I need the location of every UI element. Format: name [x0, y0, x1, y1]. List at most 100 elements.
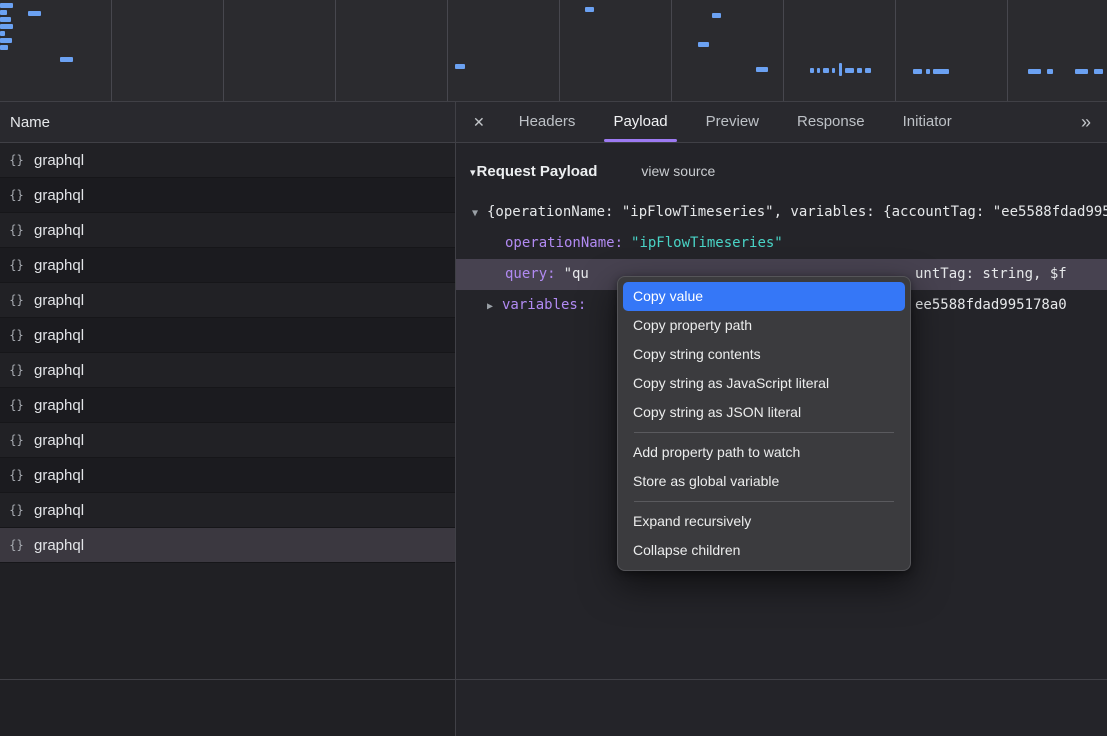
request-timing-bar [1094, 69, 1103, 74]
close-icon[interactable]: ✕ [456, 114, 500, 131]
request-name: graphql [34, 152, 84, 169]
request-timing-bar [926, 69, 930, 74]
network-request-row[interactable]: {} graphql [0, 143, 455, 178]
json-braces-icon: {} [8, 328, 25, 342]
json-braces-icon: {} [8, 153, 25, 167]
network-request-row[interactable]: {} graphql [0, 283, 455, 318]
request-timing-bar [60, 57, 73, 62]
request-timing-bar [865, 68, 871, 73]
network-request-row[interactable]: {} graphql [0, 178, 455, 213]
request-name: graphql [34, 537, 84, 554]
tab-response[interactable]: Response [778, 102, 884, 142]
collapse-icon[interactable]: ▼ [472, 198, 487, 228]
section-title: Request Payload [477, 163, 598, 180]
expand-icon[interactable]: ▶ [487, 291, 502, 321]
property-value: "ipFlowTimeseries" [631, 235, 783, 251]
request-timing-bar [0, 10, 7, 15]
network-request-row[interactable]: {} graphql [0, 493, 455, 528]
menu-item-copy-string-as-json-literal[interactable]: Copy string as JSON literal [623, 398, 905, 427]
property-value-start: "qu [564, 266, 589, 282]
property-key: query: [505, 266, 556, 282]
network-request-row[interactable]: {} graphql [0, 458, 455, 493]
json-braces-icon: {} [8, 188, 25, 202]
section-collapse-icon[interactable]: ▾ [470, 166, 476, 179]
request-timing-bar [1028, 69, 1041, 74]
request-timing-bar [857, 68, 862, 73]
request-name: graphql [34, 292, 84, 309]
request-timing-bar [756, 67, 768, 72]
menu-item-collapse-children[interactable]: Collapse children [623, 536, 905, 565]
request-name: graphql [34, 397, 84, 414]
context-menu: Copy valueCopy property pathCopy string … [617, 276, 911, 571]
tab-headers[interactable]: Headers [500, 102, 595, 142]
tab-preview[interactable]: Preview [687, 102, 778, 142]
column-header-name[interactable]: Name [0, 102, 456, 142]
json-braces-icon: {} [8, 398, 25, 412]
menu-separator [634, 432, 894, 433]
request-timing-bar [913, 69, 922, 74]
request-timing-bar [0, 24, 13, 29]
property-key: variables: [502, 297, 586, 313]
request-timing-bar [845, 68, 854, 73]
request-timing-bar [1047, 69, 1053, 74]
tree-row-root[interactable]: ▼{operationName: "ipFlowTimeseries", var… [456, 197, 1107, 228]
detail-tabs-bar: ✕ HeadersPayloadPreviewResponseInitiator… [456, 102, 1107, 142]
tab-payload[interactable]: Payload [594, 102, 686, 142]
request-timing-bar [823, 68, 829, 73]
network-request-row[interactable]: {} graphql [0, 318, 455, 353]
network-overview-timeline[interactable] [0, 0, 1107, 102]
request-name: graphql [34, 362, 84, 379]
network-request-row[interactable]: {} graphql [0, 528, 455, 563]
tab-initiator[interactable]: Initiator [884, 102, 971, 142]
request-name: graphql [34, 327, 84, 344]
request-name: graphql [34, 502, 84, 519]
more-tabs-icon[interactable]: » [1065, 112, 1107, 133]
menu-item-copy-value[interactable]: Copy value [623, 282, 905, 311]
request-name: graphql [34, 432, 84, 449]
network-request-row[interactable]: {} graphql [0, 388, 455, 423]
footer-divider [0, 679, 1107, 680]
property-key: operationName: [505, 235, 623, 251]
request-payload-section-header: ▾ Request Payload view source [456, 163, 1107, 197]
json-braces-icon: {} [8, 538, 25, 552]
request-timing-bar [0, 17, 11, 22]
request-timing-bar [0, 3, 13, 8]
network-request-row[interactable]: {} graphql [0, 423, 455, 458]
request-name: graphql [34, 467, 84, 484]
json-braces-icon: {} [8, 503, 25, 517]
json-braces-icon: {} [8, 433, 25, 447]
menu-item-add-property-path-to-watch[interactable]: Add property path to watch [623, 438, 905, 467]
menu-separator [634, 501, 894, 502]
menu-item-store-as-global-variable[interactable]: Store as global variable [623, 467, 905, 496]
network-request-row[interactable]: {} graphql [0, 248, 455, 283]
request-timing-bar [0, 45, 8, 50]
view-source-link[interactable]: view source [641, 163, 715, 179]
request-timing-bar [698, 42, 709, 47]
request-timing-bar [810, 68, 814, 73]
request-timing-bar [455, 64, 465, 69]
devtools-network-panel: Name ✕ HeadersPayloadPreviewResponseInit… [0, 0, 1107, 736]
request-name: graphql [34, 187, 84, 204]
content-area: {} graphql {} graphql {} graphql {} graphql {} gr… [0, 143, 1107, 736]
column-header-label: Name [10, 114, 50, 131]
request-name: graphql [34, 257, 84, 274]
request-timing-bar [585, 7, 594, 12]
requests-rows: {} graphql {} graphql {} graphql {} graphql {} gr… [0, 143, 455, 563]
request-timing-bar [0, 31, 5, 36]
json-braces-icon: {} [8, 293, 25, 307]
network-request-row[interactable]: {}graphql [0, 353, 455, 388]
tree-row-operation-name[interactable]: operationName: "ipFlowTimeseries" [456, 228, 1107, 259]
menu-item-copy-string-contents[interactable]: Copy string contents [623, 340, 905, 369]
request-timing-bar [832, 68, 835, 73]
json-braces-icon: {} [8, 258, 25, 272]
menu-item-copy-property-path[interactable]: Copy property path [623, 311, 905, 340]
json-braces-icon: {} [8, 223, 25, 237]
request-timing-bar [0, 38, 12, 43]
menu-item-copy-string-as-javascript-literal[interactable]: Copy string as JavaScript literal [623, 369, 905, 398]
json-braces-icon: {} [8, 468, 25, 482]
network-request-row[interactable]: {} graphql [0, 213, 455, 248]
menu-item-expand-recursively[interactable]: Expand recursively [623, 507, 905, 536]
request-name: graphql [34, 222, 84, 239]
panel-header-row: Name ✕ HeadersPayloadPreviewResponseInit… [0, 102, 1107, 143]
request-timing-bar [712, 13, 721, 18]
